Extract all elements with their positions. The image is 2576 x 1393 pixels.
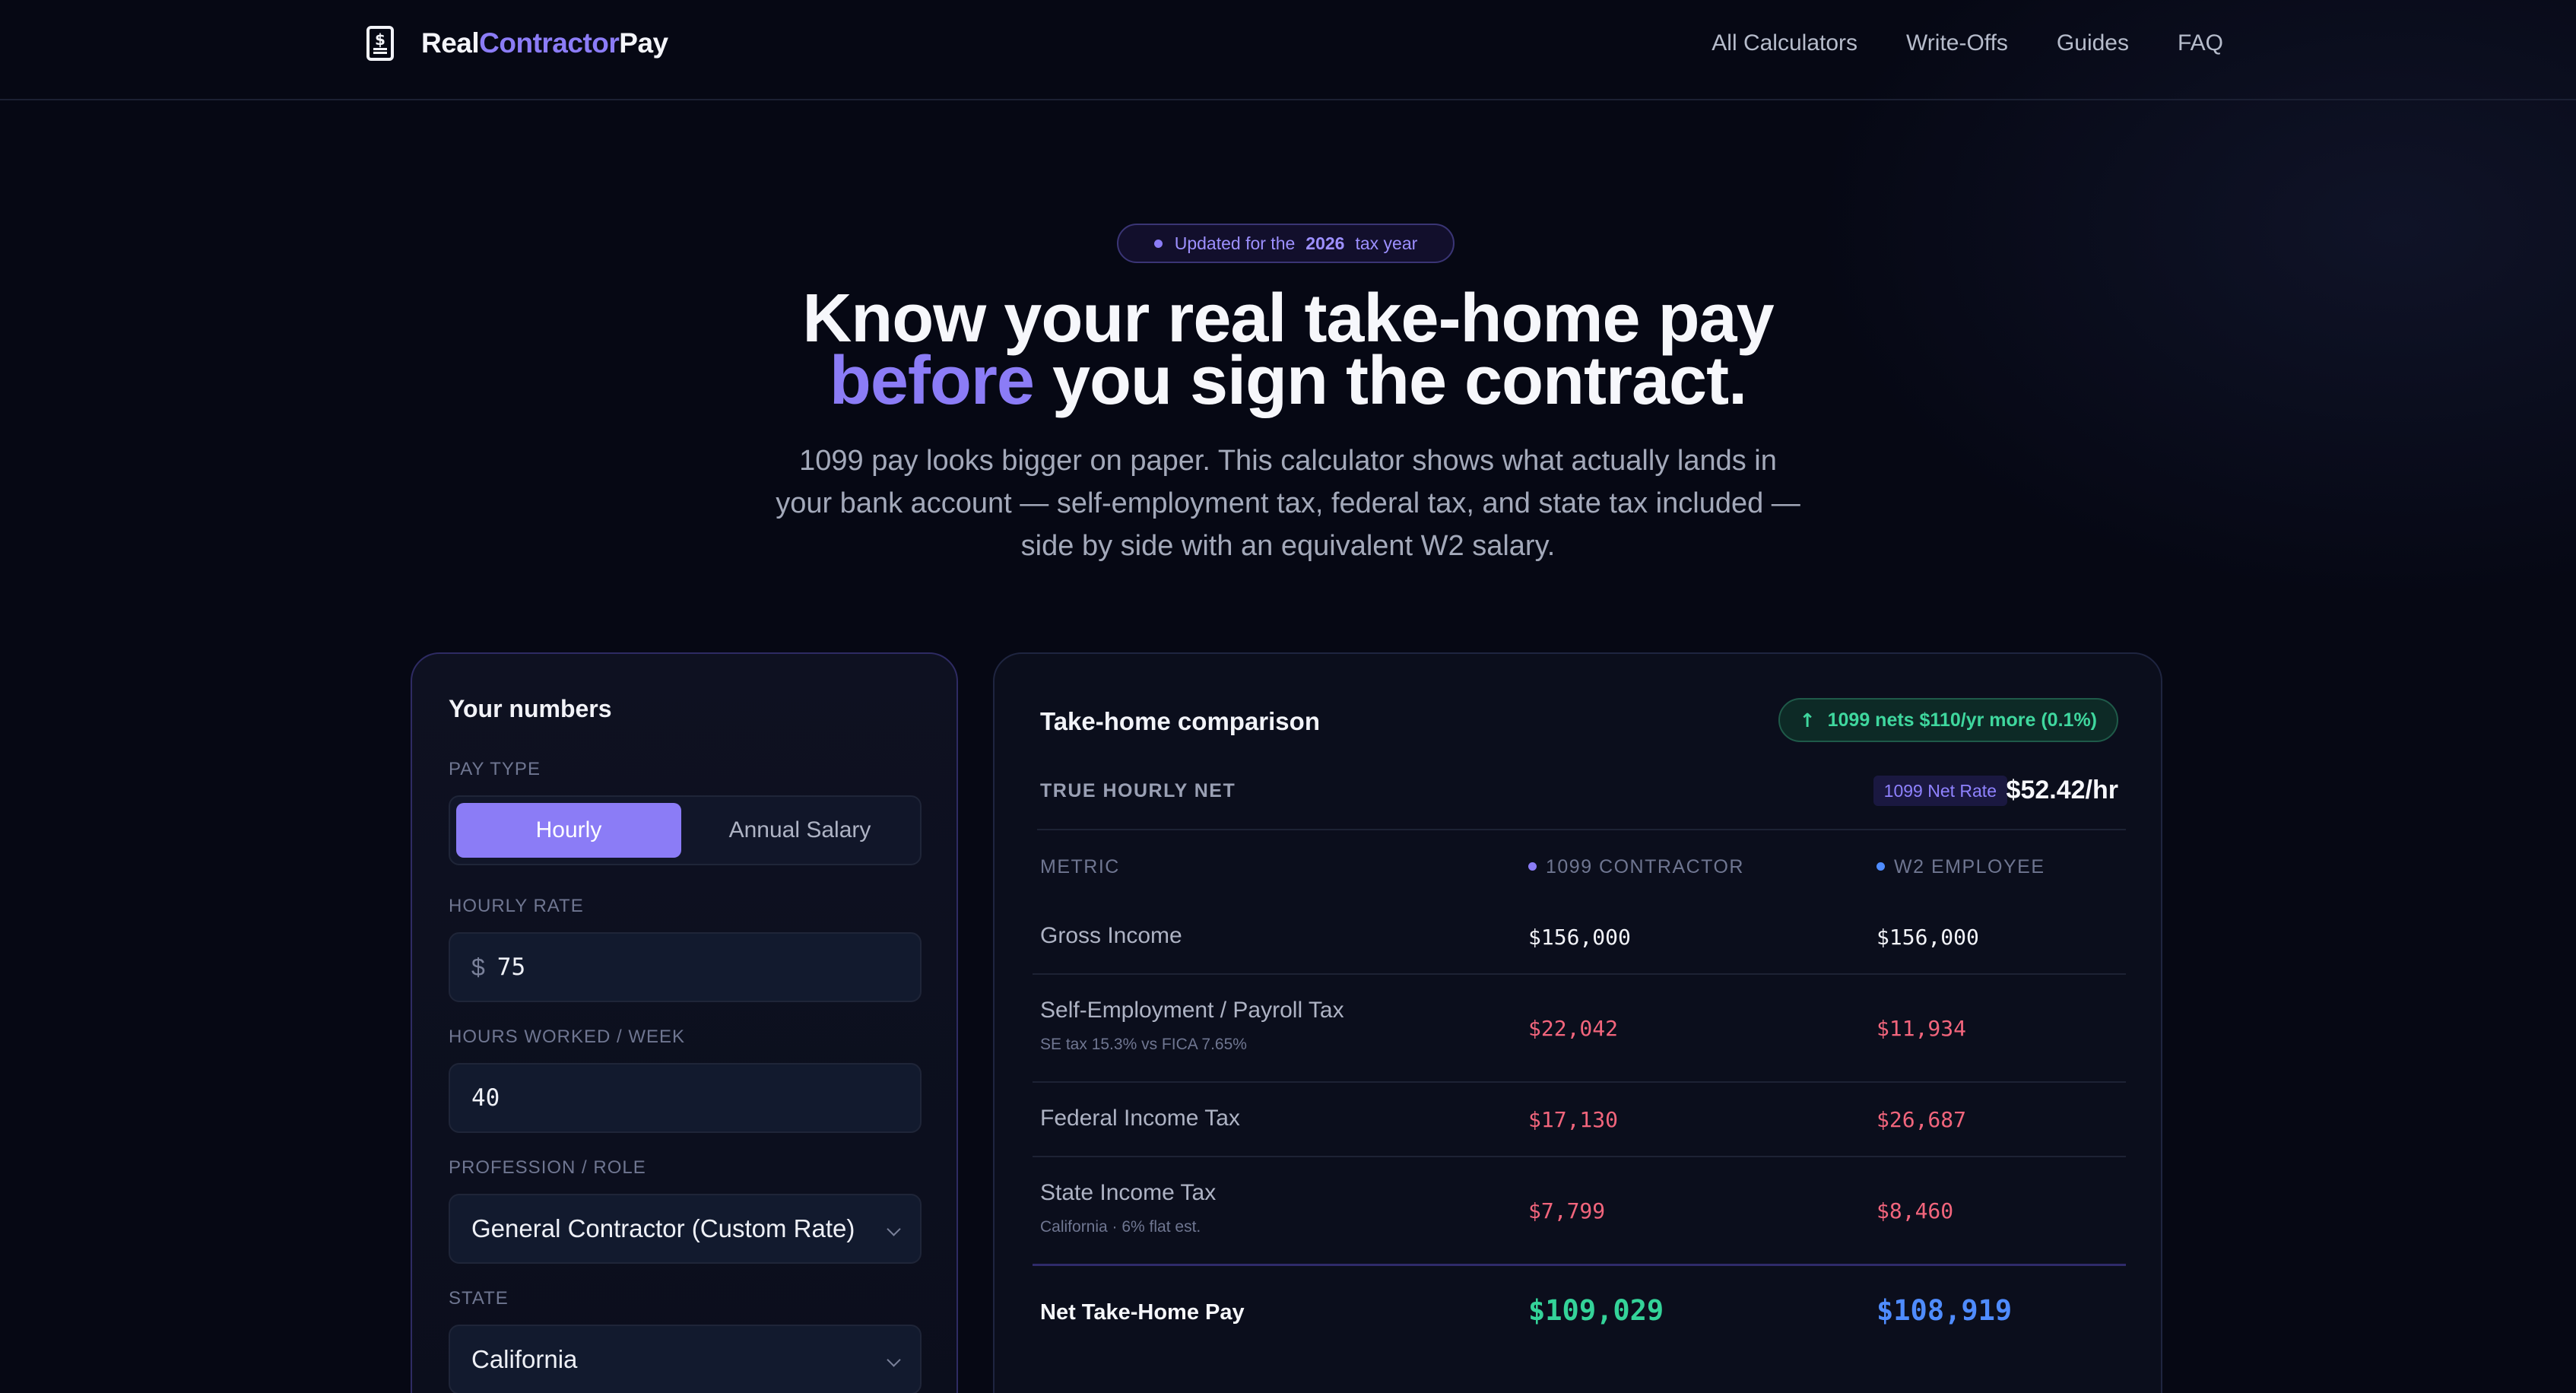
chevron-down-icon [887,1353,901,1367]
brand-logo[interactable]: $ RealContractorPay [366,26,668,61]
status-dot [1153,239,1163,248]
contractor-value: $22,042 [1528,1016,1619,1041]
contractor-value: $17,130 [1528,1107,1619,1132]
hero-title-accent: before [829,343,1035,419]
inputs-card: Your numbers PAY TYPE Hourly Annual Sala… [411,652,958,1393]
contractor-net-total: $109,029 [1528,1294,1664,1327]
difference-badge-text: 1099 nets $110/yr more (0.1%) [1827,709,2097,731]
row-sublabel: California · 6% flat est. [1040,1218,1201,1236]
row-label: Self-Employment / Payroll Tax [1040,998,1344,1023]
chevron-down-icon [887,1222,901,1236]
nav-link-faq[interactable]: FAQ [2178,30,2223,56]
hourly-rate-input[interactable]: $ 75 [449,932,922,1002]
arrow-up-icon: ↑ [1799,709,1816,731]
net-rate-chip: 1099 Net Rate [1873,776,2007,806]
updated-badge-year: 2026 [1305,233,1345,253]
contractor-value: $156,000 [1528,925,1631,950]
hours-value: 40 [471,1084,500,1112]
hero-title-line2: before you sign the contract. [0,347,2576,415]
row-label: State Income Tax [1040,1180,1217,1205]
currency-symbol: $ [471,953,485,981]
brand-part-real: Real [421,27,480,59]
divider [1033,1156,2126,1157]
column-header-contractor-text: 1099 CONTRACTOR [1546,856,1744,877]
brand-name: RealContractorPay [421,27,668,59]
divider [1033,1081,2126,1083]
row-sublabel: SE tax 15.3% vs FICA 7.65% [1040,1036,1247,1053]
row-label: Federal Income Tax [1040,1106,1240,1131]
nav-links: All Calculators Write-Offs Guides FAQ [1712,30,2223,56]
employee-net-total: $108,919 [1876,1294,2013,1327]
page: $ RealContractorPay All Calculators Writ… [0,0,2576,1393]
state-label: STATE [449,1288,509,1309]
total-label: Net Take-Home Pay [1040,1300,1245,1325]
profession-value: General Contractor (Custom Rate) [471,1214,855,1242]
top-nav: $ RealContractorPay All Calculators Writ… [0,0,2576,100]
difference-badge: ↑ 1099 nets $110/yr more (0.1%) [1778,698,2118,742]
hero-subtitle: 1099 pay looks bigger on paper. This cal… [776,445,1800,562]
pay-type-hourly-button[interactable]: Hourly [456,803,681,858]
column-header-employee-text: W2 EMPLOYEE [1894,856,2045,877]
updated-badge-suffix: tax year [1355,233,1418,253]
true-hourly-label: TRUE HOURLY NET [1040,780,1236,801]
inputs-heading: Your numbers [449,695,612,722]
contractor-value: $7,799 [1528,1198,1606,1223]
true-hourly-value: $52.42/hr [2006,776,2118,804]
employee-value: $26,687 [1876,1107,1967,1132]
column-header-contractor: 1099 CONTRACTOR [1528,856,1744,878]
updated-badge-text: Updated for the [1174,233,1296,253]
contractor-dot [1528,862,1537,871]
employee-dot [1876,862,1885,871]
comparison-title: Take-home comparison [1040,707,1320,735]
brand-part-pay: Pay [619,27,668,59]
column-header-metric: METRIC [1040,856,1120,877]
pay-type-toggle: Hourly Annual Salary [449,795,922,865]
hours-input[interactable]: 40 [449,1063,922,1133]
profession-label: PROFESSION / ROLE [449,1157,646,1178]
employee-value: $156,000 [1876,925,1979,950]
employee-value: $11,934 [1876,1016,1967,1041]
phone-dollar-icon: $ [366,26,394,61]
row-label: Gross Income [1040,923,1182,948]
pay-type-annual-button[interactable]: Annual Salary [687,803,912,858]
hours-label: HOURS WORKED / WEEK [449,1027,686,1047]
hero-title: Know your real take-home pay before you … [0,281,2576,415]
column-header-employee: W2 EMPLOYEE [1876,856,2045,878]
nav-link-guides[interactable]: Guides [2057,30,2129,56]
updated-badge: Updated for the 2026 tax year [1117,224,1455,263]
state-select[interactable]: California [449,1325,922,1393]
brand-part-contractor: Contractor [479,27,620,59]
pay-type-label: PAY TYPE [449,759,541,779]
hero-title-rest: you sign the contract. [1033,343,1747,419]
comparison-card: Take-home comparison ↑ 1099 nets $110/yr… [993,652,2162,1393]
total-divider [1033,1264,2126,1266]
hourly-rate-label: HOURLY RATE [449,896,584,916]
profession-select[interactable]: General Contractor (Custom Rate) [449,1194,922,1264]
nav-link-all-calculators[interactable]: All Calculators [1712,30,1857,56]
divider [1037,829,2126,830]
nav-link-write-offs[interactable]: Write-Offs [1906,30,2008,56]
employee-value: $8,460 [1876,1198,1954,1223]
hourly-rate-value: 75 [496,954,526,981]
divider [1033,973,2126,975]
state-value: California [471,1345,578,1373]
hero-title-line1: Know your real take-home pay [802,281,1774,357]
